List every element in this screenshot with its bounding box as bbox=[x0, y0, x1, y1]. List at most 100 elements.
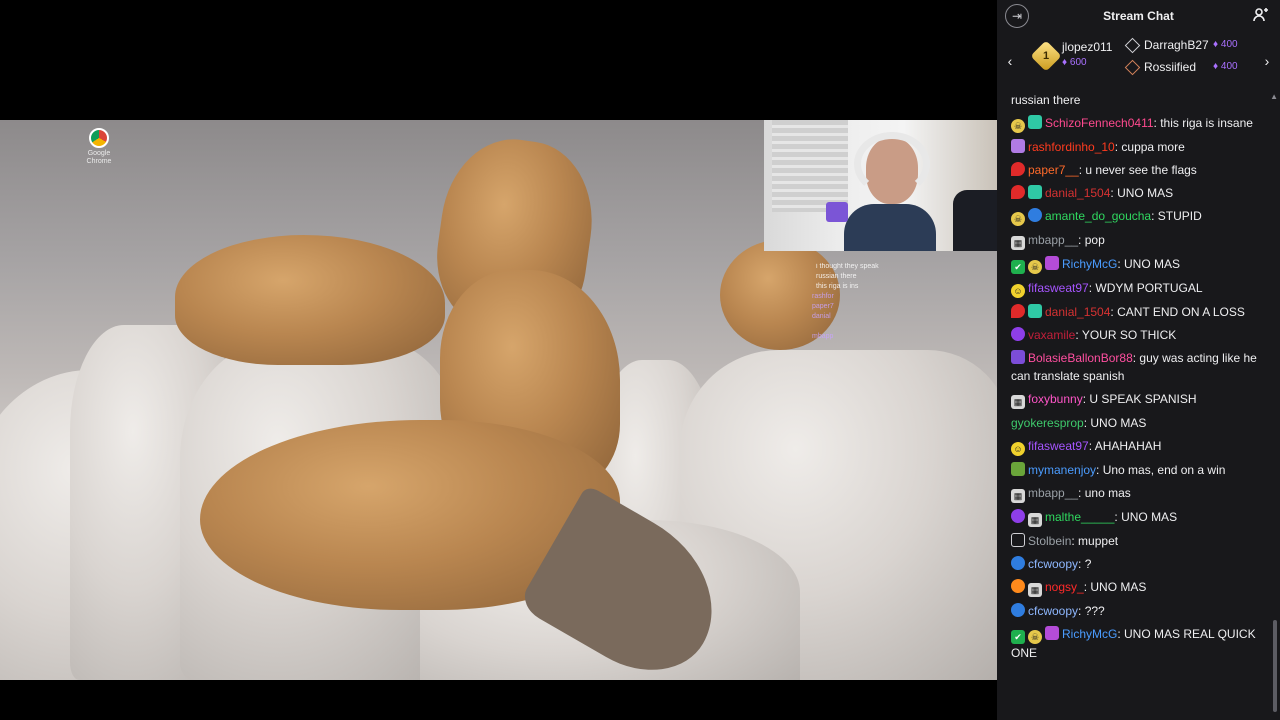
overlay-chat-row: mbapp bbox=[812, 332, 962, 342]
chat-message: ▦ foxybunny: U SPEAK SPANISH bbox=[997, 387, 1271, 411]
leaderboard-third-name: Rossiified bbox=[1144, 60, 1197, 74]
chat-badge-icon[interactable] bbox=[1028, 207, 1042, 222]
chat-badge-icon[interactable]: ☠ bbox=[1011, 211, 1025, 226]
chat-badge-icon[interactable] bbox=[1045, 625, 1059, 640]
chevron-left-icon[interactable]: ‹ bbox=[1002, 51, 1018, 71]
chat-username[interactable]: fifasweat97 bbox=[1028, 439, 1089, 453]
chat-username[interactable]: foxybunny bbox=[1028, 392, 1083, 406]
chat-badge-icon[interactable] bbox=[1011, 184, 1025, 199]
overlay-chat-row: this riga is ins bbox=[812, 282, 962, 292]
chat-username[interactable]: cfcwoopy bbox=[1028, 604, 1078, 618]
scroll-up-icon[interactable]: ▲ bbox=[1270, 92, 1278, 101]
chat-username[interactable]: fifasweat97 bbox=[1028, 281, 1089, 295]
chat-message: Stolbein: muppet bbox=[997, 529, 1271, 552]
chat-username[interactable]: mymanenjoy bbox=[1028, 463, 1096, 477]
chat-username[interactable]: RichyMcG bbox=[1062, 257, 1117, 271]
overlay-chat-row bbox=[812, 322, 962, 332]
chat-message-list[interactable]: russian there ☠ SchizoFennech0411: this ri… bbox=[997, 88, 1271, 720]
chat-badge-icon[interactable]: ▦ bbox=[1011, 394, 1025, 409]
leaderboard-first-points: ♦ 600 bbox=[1062, 57, 1087, 68]
chat-username[interactable]: mbapp__ bbox=[1028, 486, 1078, 500]
chat-badge-icon[interactable] bbox=[1011, 555, 1025, 570]
chat-message: vaxamile: YOUR SO THICK bbox=[997, 323, 1271, 346]
chat-badge-icon[interactable]: ☠ bbox=[1028, 629, 1042, 644]
chat-badge-icon[interactable]: ✔ bbox=[1011, 629, 1025, 644]
chat-message-text: UNO MAS bbox=[1090, 579, 1147, 594]
scrollbar-thumb[interactable] bbox=[1273, 620, 1277, 712]
chat-badge-icon[interactable] bbox=[1045, 255, 1059, 270]
chat-badge-icon[interactable] bbox=[1011, 349, 1025, 364]
chat-badge-icon[interactable] bbox=[1028, 303, 1042, 318]
chat-username[interactable]: amante_do_goucha bbox=[1045, 209, 1151, 223]
chrome-icon bbox=[89, 128, 109, 148]
chat-badge-icon[interactable] bbox=[1011, 532, 1025, 547]
leaderboard-second-points: ♦ 400 bbox=[1213, 39, 1238, 50]
chat-badge-icon[interactable]: ▦ bbox=[1011, 488, 1025, 503]
collapse-arrow-icon[interactable]: ⇥ bbox=[1005, 4, 1029, 28]
chat-username[interactable]: paper7__ bbox=[1028, 163, 1079, 177]
chat-badge-icon[interactable] bbox=[1028, 114, 1042, 129]
chat-badge-icon[interactable]: ✔ bbox=[1011, 259, 1025, 274]
chat-badge-icon[interactable] bbox=[1011, 161, 1025, 176]
chat-message-text: uno mas bbox=[1084, 485, 1131, 500]
leaderboard-third[interactable]: Rossiified ♦ 400 bbox=[1124, 60, 1265, 78]
leaderboard-second[interactable]: DarraghB27 ♦ 400 bbox=[1124, 38, 1265, 56]
chat-badge-icon[interactable] bbox=[1011, 326, 1025, 341]
chat-username[interactable]: cfcwoopy bbox=[1028, 557, 1078, 571]
chat-badge-icon[interactable] bbox=[1028, 184, 1042, 199]
chat-badge-icon[interactable] bbox=[1011, 303, 1025, 318]
chat-separator: : bbox=[1078, 485, 1085, 500]
on-stream-chat-overlay: i thought they speak russian there this ri… bbox=[812, 262, 962, 386]
chat-message: ▦ mbapp__: uno mas bbox=[997, 481, 1271, 505]
chat-badge-icon[interactable]: ▦ bbox=[1011, 235, 1025, 250]
overlay-chat-row: paper7 bbox=[812, 302, 962, 312]
chat-username[interactable]: danial_1504 bbox=[1045, 305, 1110, 319]
chat-badge-icon[interactable]: ☠ bbox=[1011, 118, 1025, 133]
chat-message-text: U SPEAK SPANISH bbox=[1089, 391, 1197, 406]
overlay-chat-user: mbapp bbox=[812, 333, 834, 340]
chat-message-text: WDYM PORTUGAL bbox=[1095, 280, 1203, 295]
chat-username[interactable]: vaxamile bbox=[1028, 328, 1075, 342]
chat-separator: : bbox=[1096, 462, 1103, 477]
leaderboard-first-name: jlopez011 bbox=[1062, 40, 1113, 54]
chat-message: cfcwoopy: ??? bbox=[997, 599, 1271, 622]
chat-separator: : bbox=[1078, 232, 1085, 247]
chat-username[interactable]: nogsy_ bbox=[1045, 580, 1084, 594]
overlay-chat-text: this riga is ins bbox=[816, 283, 859, 290]
chat-username[interactable]: gyokeresprop bbox=[1011, 416, 1084, 430]
chat-badge-icon[interactable] bbox=[1011, 508, 1025, 523]
chevron-right-icon[interactable]: › bbox=[1259, 51, 1275, 71]
chat-username[interactable]: RichyMcG bbox=[1062, 627, 1117, 641]
chat-badge-icon[interactable] bbox=[1011, 138, 1025, 153]
video-player[interactable]: Google Chrome i thought they speak russia… bbox=[0, 0, 997, 720]
overlay-chat-row: danial bbox=[812, 312, 962, 322]
desktop-shortcut[interactable]: Google Chrome bbox=[82, 128, 116, 166]
chat-badge-icon[interactable] bbox=[1011, 578, 1025, 593]
chat-username[interactable]: mbapp__ bbox=[1028, 233, 1078, 247]
silver-medal-icon bbox=[1124, 38, 1141, 54]
users-icon[interactable] bbox=[1252, 7, 1270, 25]
chat-message: mymanenjoy: Uno mas, end on a win bbox=[997, 458, 1271, 481]
chat-badge-icon[interactable]: ▦ bbox=[1028, 582, 1042, 597]
chat-username[interactable]: Stolbein bbox=[1028, 534, 1071, 548]
chat-username[interactable]: BolasieBallonBor88 bbox=[1028, 351, 1133, 365]
chat-badge-icon[interactable]: ☺ bbox=[1011, 283, 1025, 298]
chat-message: ✔ ☠ RichyMcG: UNO MAS bbox=[997, 252, 1271, 276]
desktop-shortcut-label: Google Chrome bbox=[86, 150, 112, 165]
chat-badge-icon[interactable]: ▦ bbox=[1028, 512, 1042, 527]
chat-badge-icon[interactable]: ☺ bbox=[1011, 441, 1025, 456]
overlay-chat-user: paper7 bbox=[812, 303, 834, 310]
overlay-chat-user: rashfor bbox=[812, 293, 834, 300]
chat-badge-icon[interactable] bbox=[1011, 602, 1025, 617]
chat-message: danial_1504: CANT END ON A LOSS bbox=[997, 300, 1271, 323]
chat-header: ⇥ Stream Chat bbox=[997, 0, 1280, 32]
chat-username[interactable]: danial_1504 bbox=[1045, 186, 1110, 200]
chat-badge-icon[interactable] bbox=[1011, 461, 1025, 476]
window-blind bbox=[772, 120, 848, 212]
chat-username[interactable]: rashfordinho_10 bbox=[1028, 140, 1115, 154]
chat-message: ▦ mbapp__: pop bbox=[997, 228, 1271, 252]
chat-username[interactable]: SchizoFennech0411 bbox=[1045, 116, 1154, 130]
chat-username[interactable]: malthe_____ bbox=[1045, 510, 1114, 524]
chat-badge-icon[interactable]: ☠ bbox=[1028, 259, 1042, 274]
chat-message: BolasieBallonBor88: guy was acting like … bbox=[997, 346, 1271, 387]
